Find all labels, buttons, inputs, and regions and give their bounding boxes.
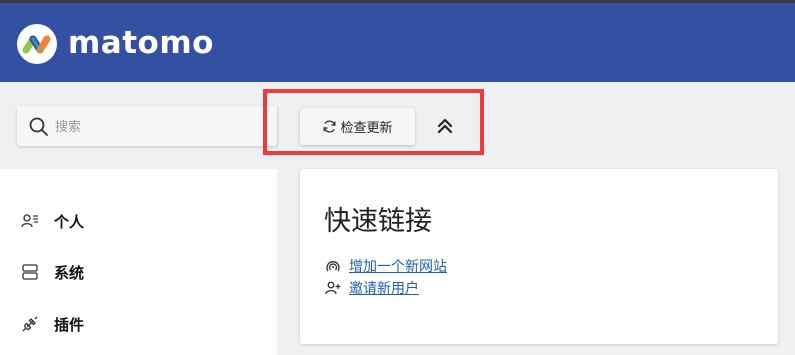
- system-icon: [20, 262, 40, 282]
- quick-links-card: 快速链接 增加一个新网站 邀请新用户: [300, 169, 778, 344]
- invite-user-link[interactable]: 邀请新用户: [349, 278, 419, 298]
- logo-text[interactable]: matomo: [68, 25, 214, 61]
- sidebar-item-personal[interactable]: 个人: [20, 209, 84, 233]
- sidebar-item-label: 个人: [54, 212, 85, 231]
- refresh-icon: [323, 120, 337, 133]
- add-website-link-row[interactable]: 增加一个新网站: [324, 256, 447, 276]
- search-input[interactable]: [53, 115, 257, 139]
- sidebar-item-plugins[interactable]: 插件: [20, 312, 84, 336]
- search-icon: [29, 117, 48, 136]
- check-updates-button[interactable]: 检查更新: [300, 108, 415, 145]
- sidebar-item-system[interactable]: 系统: [20, 260, 84, 284]
- sidebar-item-label: 插件: [54, 315, 85, 334]
- quick-links-title: 快速链接: [324, 206, 432, 237]
- admin-sidebar: 个人 系统 插件: [0, 169, 277, 355]
- personal-icon: [20, 211, 40, 231]
- invite-user-link-row[interactable]: 邀请新用户: [324, 278, 419, 298]
- matomo-logo-icon[interactable]: [17, 24, 57, 64]
- add-website-link[interactable]: 增加一个新网站: [349, 256, 447, 276]
- plugin-icon: [20, 314, 40, 334]
- sidebar-item-label: 系统: [54, 263, 85, 282]
- invite-user-icon: [324, 279, 342, 297]
- double-chevron-up-icon: [437, 118, 453, 134]
- check-updates-label: 检查更新: [340, 121, 393, 136]
- add-website-icon: [324, 257, 342, 275]
- search-box[interactable]: [17, 106, 277, 146]
- header-bar: matomo: [0, 3, 795, 82]
- collapse-button[interactable]: [433, 112, 457, 140]
